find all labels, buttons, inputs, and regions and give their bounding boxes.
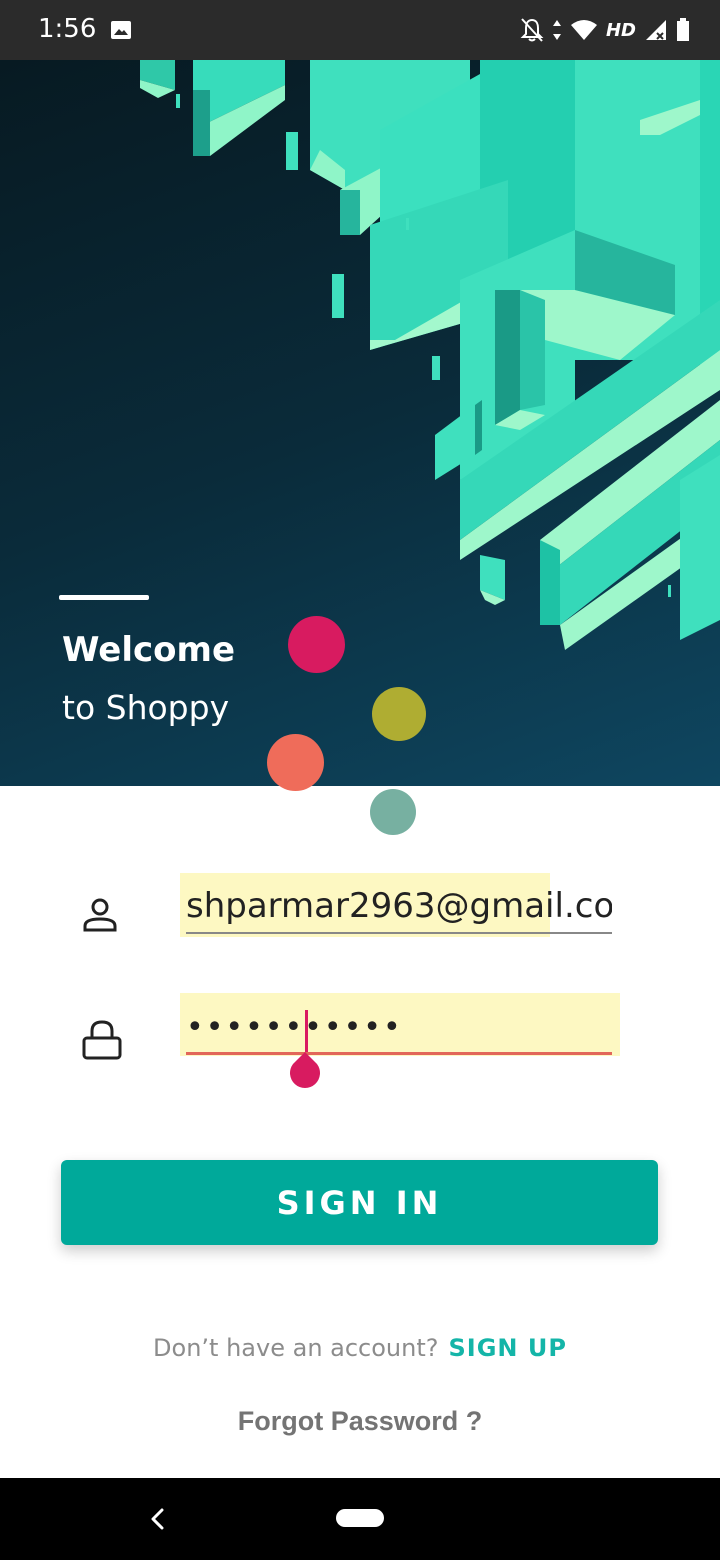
lock-icon [82,1020,122,1060]
status-icons: HD [520,16,690,44]
status-bar: 1:56 HD [0,0,720,60]
email-field[interactable] [186,880,612,934]
battery-icon [677,18,689,41]
welcome-subtitle: to Shoppy [62,688,230,727]
sign-in-button[interactable]: SIGN IN [61,1160,658,1245]
decorative-dot-olive [372,687,426,741]
home-button[interactable] [336,1509,384,1527]
signal-icon [646,20,666,40]
password-field[interactable] [186,1002,612,1055]
decorative-dot-pink [288,616,345,673]
title-accent-line [59,595,149,600]
text-cursor-handle[interactable] [288,1052,322,1088]
sign-up-link[interactable]: SIGN UP [449,1334,567,1362]
decorative-dot-sage [370,789,416,835]
decorative-dot-coral [267,734,324,791]
account-question: Don’t have an account? [153,1334,439,1362]
wifi-icon [570,20,597,40]
back-icon[interactable] [142,1502,172,1536]
isometric-illustration [140,60,720,650]
text-caret [305,1010,308,1052]
clock: 1:56 [38,14,97,44]
navigation-bar [0,1478,720,1560]
signup-prompt: Don’t have an account? SIGN UP [0,1334,720,1362]
data-arrows-icon [552,20,561,40]
user-icon [83,898,117,932]
forgot-password-link[interactable]: Forgot Password ? [0,1406,720,1437]
welcome-title: Welcome [62,630,236,670]
welcome-banner: Welcome to Shoppy [0,60,720,786]
network-type-label: HD [605,19,636,41]
gallery-icon [111,21,131,39]
mute-bell-icon [520,18,544,42]
